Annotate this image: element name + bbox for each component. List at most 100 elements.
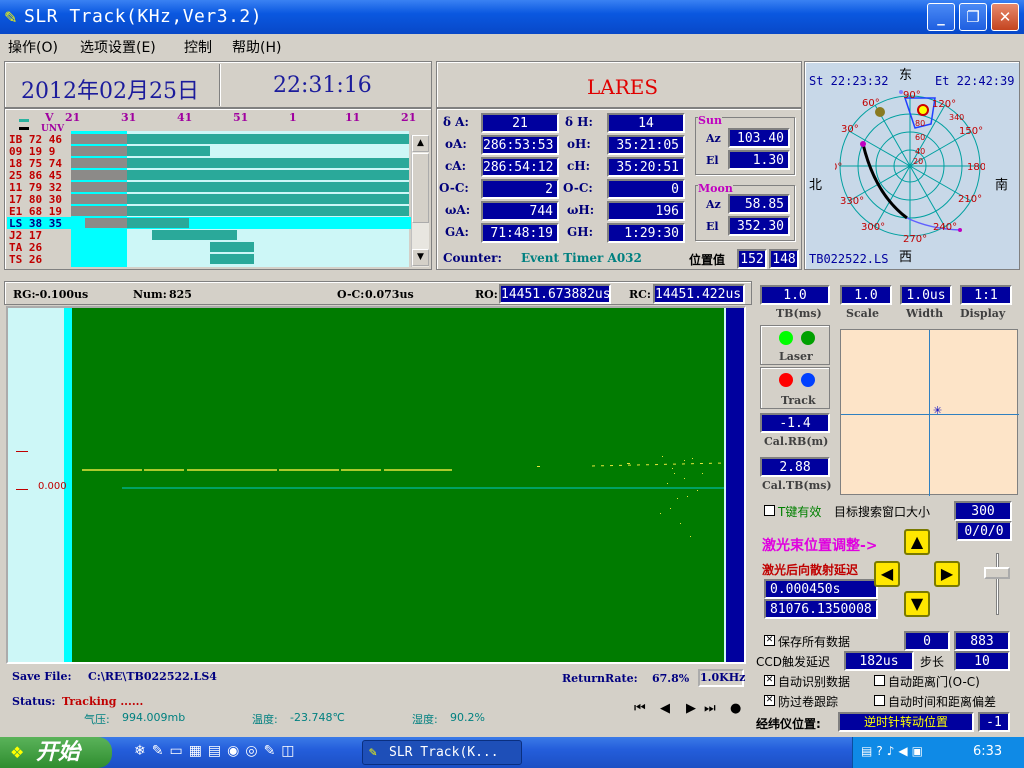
svg-text:30°: 30°	[841, 124, 859, 135]
timeline-row[interactable]: 18 75 74	[7, 157, 411, 170]
width-value[interactable]: 1.0us	[900, 285, 952, 305]
save-all-label: 保存所有数据	[778, 635, 851, 649]
sun-title: Sun	[698, 114, 722, 127]
pressure-label: 气压:	[84, 713, 110, 726]
t-key-checkbox[interactable]	[764, 505, 775, 516]
humidity-value: 90.2%	[450, 711, 485, 724]
search-window-label: 目标搜索窗口大小	[834, 505, 931, 519]
timeline-row[interactable]: 25 86 45	[7, 169, 411, 182]
vertical-slider[interactable]	[982, 553, 1012, 615]
svg-text:240°: 240°	[933, 222, 957, 233]
timeline-row[interactable]: 17 80 30	[7, 193, 411, 206]
save-all-checkbox[interactable]: ✕	[764, 635, 775, 646]
timeline-bar-unverified	[71, 206, 127, 216]
auto-id-checkbox[interactable]: ✕	[764, 675, 775, 686]
moon-az-value: 58.85	[728, 194, 790, 214]
svg-text:270°: 270°	[903, 234, 927, 245]
display-value[interactable]: 1:1	[960, 285, 1012, 305]
arrow-up-button[interactable]: ▲	[904, 529, 930, 555]
svg-text:330°: 330°	[840, 196, 864, 207]
counter-label: Counter:	[443, 251, 502, 265]
menu-help[interactable]: 帮助(H)	[232, 37, 281, 57]
minimize-button[interactable]: _	[927, 3, 955, 31]
scope-area: 0.000	[6, 306, 746, 664]
oc-value: 0.073us	[365, 288, 414, 301]
cal-rb-value[interactable]: -1.4	[760, 413, 830, 433]
menu-control[interactable]: 控制	[184, 37, 212, 57]
oA-value: 286:53:53	[481, 135, 559, 155]
auto-id-label: 自动识别数据	[778, 675, 851, 689]
temperature-value: -23.748℃	[290, 711, 345, 724]
timeline-bar-unverified	[71, 158, 127, 168]
menu-options[interactable]: 选项设置(E)	[80, 37, 156, 57]
first-button[interactable]: ⏮	[634, 701, 646, 716]
svg-text:180°: 180°	[967, 162, 985, 173]
num-value: 825	[169, 288, 192, 301]
tray-icons[interactable]: ▤?♪◀▣	[861, 744, 927, 758]
scroll-up-button[interactable]: ▲	[412, 135, 429, 152]
moon-el-label: El	[706, 220, 719, 233]
slider-thumb[interactable]	[984, 567, 1010, 579]
crosshair-view: ✳	[840, 329, 1019, 496]
arrow-left-button[interactable]: ◀	[874, 561, 900, 587]
timeline-bar-unverified	[71, 134, 127, 144]
last-button[interactable]: ⏭	[704, 701, 716, 716]
timeline-scrollbar[interactable]: ▲ ▼	[411, 135, 429, 267]
position-label: 位置值	[689, 253, 726, 267]
GA-label: GA:	[445, 225, 469, 239]
timeline-row[interactable]: 09 19 9	[7, 145, 411, 158]
svg-text:20: 20	[913, 157, 923, 166]
scope-side-bar	[726, 308, 744, 662]
timeline-row[interactable]: TS 26	[7, 253, 411, 266]
record-button[interactable]: ●	[730, 701, 741, 716]
scroll-thumb[interactable]	[412, 153, 429, 223]
timeline-row[interactable]: TA 26	[7, 241, 411, 254]
save-file-path: C:\RE\TB022522.LS4	[88, 670, 217, 683]
task-button-slr[interactable]: ✎ SLR Track(K...	[362, 740, 522, 765]
close-button[interactable]: ✕	[991, 3, 1019, 31]
scroll-down-button[interactable]: ▼	[412, 249, 429, 266]
arrow-down-button[interactable]: ▼	[904, 591, 930, 617]
auto-bias-checkbox[interactable]	[874, 695, 885, 706]
svg-text:150°: 150°	[959, 126, 983, 137]
windows-logo-icon: ❖	[10, 743, 25, 762]
prev-button[interactable]: ◀	[660, 701, 670, 716]
satellite-name: LARES	[587, 75, 659, 99]
svg-text:80: 80	[915, 119, 925, 128]
anti-wrap-checkbox[interactable]: ✕	[764, 695, 775, 706]
arrow-right-button[interactable]: ▶	[934, 561, 960, 587]
t-key-label: T键有效	[778, 505, 822, 519]
return-rate-label: ReturnRate:	[562, 672, 638, 685]
timeline-rows: IB 72 46 09 19 9 18 75 74 25 86 45 11 79 32 1…	[7, 133, 411, 269]
cal-tb-value[interactable]: 2.88	[760, 457, 830, 477]
quicklaunch-icons[interactable]: ❄✎▭▦▤◉◎✎◫	[134, 743, 301, 759]
moon-box: Moon Az 58.85 El 352.30	[695, 182, 795, 241]
sun-el-label: El	[706, 154, 719, 167]
backscatter-value-2[interactable]: 81076.1350008	[764, 599, 878, 619]
timeline-row[interactable]: E1 68 19	[7, 205, 411, 218]
timeline-bar-unverified	[71, 182, 127, 192]
cA-label: cA:	[445, 159, 467, 173]
position-value-1: 152	[737, 249, 767, 269]
timeline-row[interactable]: 11 79 32	[7, 181, 411, 194]
dA-label: δ A:	[443, 115, 469, 129]
scale-value[interactable]: 1.0	[840, 285, 892, 305]
tb-value[interactable]: 1.0	[760, 285, 830, 305]
step-value[interactable]: 10	[954, 651, 1010, 671]
ccd-delay-value[interactable]: 182us	[844, 651, 914, 671]
timeline-row[interactable]: IB 72 46	[7, 133, 411, 146]
timeline-row[interactable]: J2 17	[7, 229, 411, 242]
maximize-button[interactable]: ❐	[959, 3, 987, 31]
search-window-value[interactable]: 300	[954, 501, 1012, 521]
next-button[interactable]: ▶	[686, 701, 696, 716]
oA-label: oA:	[445, 137, 467, 151]
cH-value: 35:20:51	[607, 157, 685, 177]
menu-operate[interactable]: 操作(O)	[8, 37, 58, 57]
auto-gate-checkbox[interactable]	[874, 675, 885, 686]
backscatter-value-1[interactable]: 0.000450s	[764, 579, 878, 599]
beam-adjust-label: 激光束位置调整->	[762, 538, 878, 554]
polar-plot: 120° 90° 60° 30° 0° 330° 300° 270° 240° …	[835, 90, 985, 245]
timeline-row[interactable]: LS 38 35	[7, 217, 411, 230]
cH-label: cH:	[567, 159, 591, 173]
wA-value: 744	[481, 201, 559, 221]
